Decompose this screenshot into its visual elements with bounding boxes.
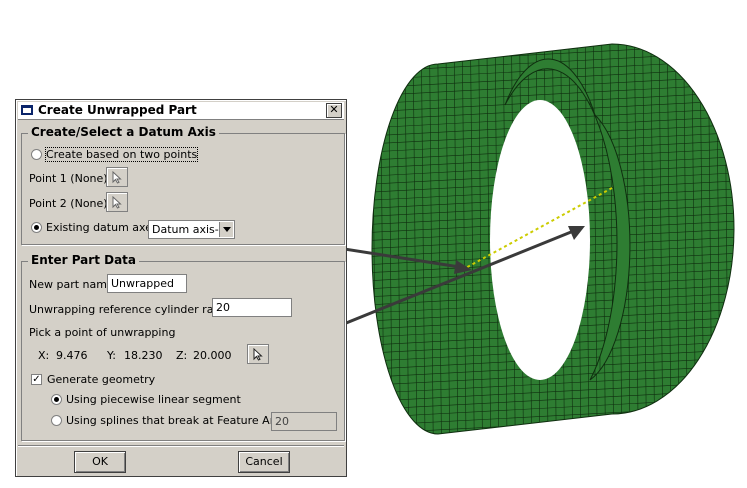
chevron-down-icon[interactable] [219, 222, 233, 237]
feature-angle-input[interactable]: 20 [271, 412, 337, 431]
ok-button[interactable]: OK [74, 451, 126, 473]
datum-group-title: Create/Select a Datum Axis [28, 125, 219, 139]
close-button[interactable]: ✕ [326, 103, 342, 118]
y-value: 18.230 [124, 349, 163, 362]
radio-piecewise-linear-label[interactable]: Using piecewise linear segment [66, 393, 241, 406]
create-unwrapped-part-dialog: Create Unwrapped Part ✕ Create/Select a … [15, 99, 347, 477]
radio-existing-axes-label[interactable]: Existing datum axes [46, 221, 158, 234]
radio-splines-label[interactable]: Using splines that break at Feature Angl… [66, 414, 293, 427]
y-label: Y: [107, 349, 116, 362]
pick-point-label: Pick a point of unwrapping [29, 326, 176, 339]
part-group-title: Enter Part Data [28, 253, 140, 267]
generate-geometry-label[interactable]: Generate geometry [47, 373, 155, 386]
radius-input[interactable]: 20 [212, 298, 292, 317]
z-value: 20.000 [193, 349, 232, 362]
generate-geometry-checkbox[interactable]: ✓ [31, 374, 42, 385]
cursor-arrow-icon [253, 348, 263, 361]
pick-point-button[interactable] [247, 344, 269, 364]
datum-axis-select-value: Datum axis-1 [152, 223, 226, 236]
cursor-arrow-icon [112, 171, 122, 184]
dialog-titlebar[interactable]: Create Unwrapped Part ✕ [18, 102, 344, 120]
cursor-arrow-icon [112, 196, 122, 209]
cylinder-opening [490, 100, 590, 380]
radio-splines[interactable] [51, 415, 62, 426]
radius-label: Unwrapping reference cylinder radius [29, 303, 237, 316]
x-label: X: [38, 349, 50, 362]
radio-two-points-label[interactable]: Create based on two points [44, 147, 199, 162]
cylinder-mesh [371, 43, 735, 435]
dialog-title: Create Unwrapped Part [38, 103, 197, 117]
datum-axis-select[interactable]: Datum axis-1 [148, 220, 235, 239]
point2-pick-button[interactable] [106, 192, 128, 212]
cancel-button[interactable]: Cancel [238, 451, 290, 473]
part-name-label: New part name [29, 278, 114, 291]
button-separator [18, 445, 344, 447]
window-icon [21, 105, 33, 115]
x-value: 9.476 [56, 349, 88, 362]
point2-label: Point 2 (None) [29, 197, 108, 210]
radio-two-points[interactable] [31, 149, 42, 160]
part-name-input[interactable]: Unwrapped [107, 274, 187, 293]
radio-piecewise-linear[interactable] [51, 394, 62, 405]
radio-existing-axes[interactable] [31, 222, 42, 233]
z-label: Z: [176, 349, 188, 362]
point1-pick-button[interactable] [106, 167, 128, 187]
point1-label: Point 1 (None) [29, 172, 108, 185]
